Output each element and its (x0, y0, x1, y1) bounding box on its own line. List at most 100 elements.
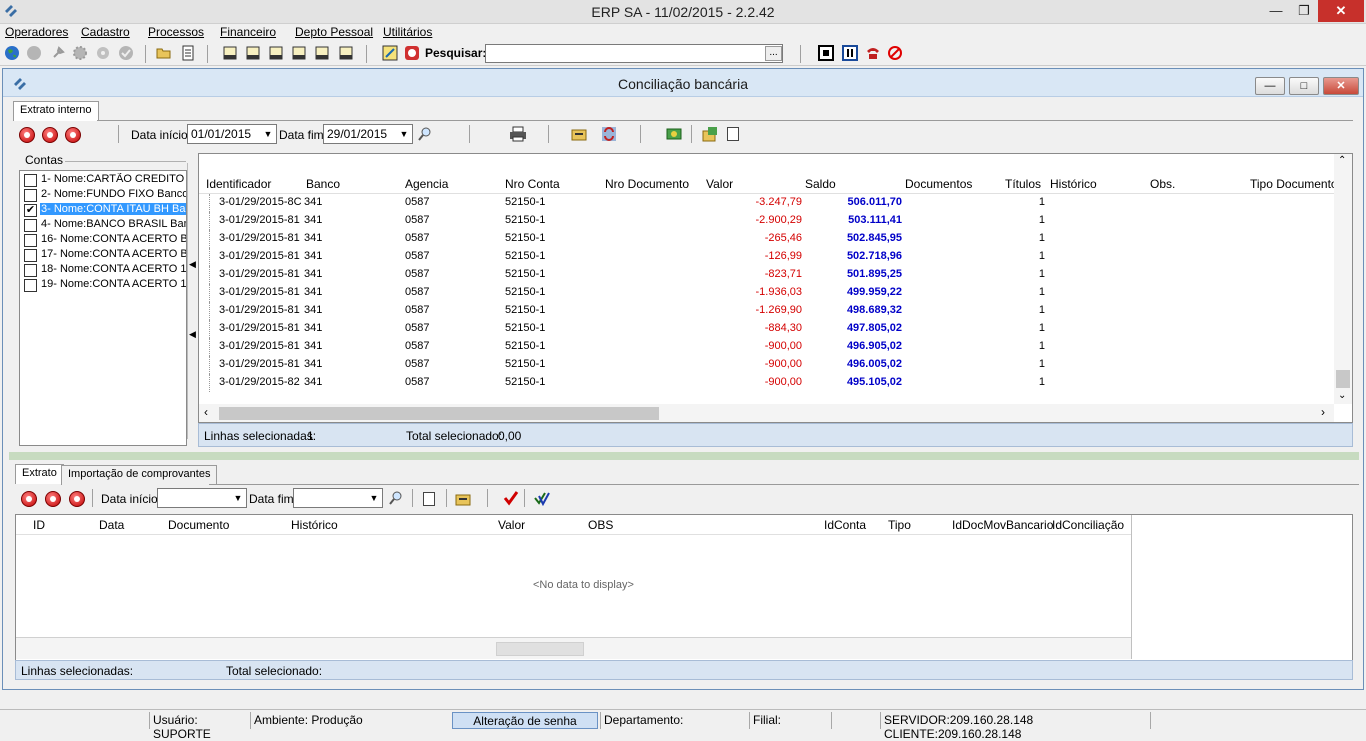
search-input[interactable] (485, 44, 783, 63)
conta-item[interactable]: 4- Nome:BANCO BRASIL Banc (22, 218, 186, 233)
table-row[interactable]: 3-01/29/2015-81 341 0587 52150-1 -884,30 497.… (199, 320, 1334, 338)
column-header[interactable]: OBS (588, 518, 613, 532)
column-header[interactable]: Obs. (1150, 177, 1175, 191)
column-header[interactable]: Valor (706, 177, 733, 191)
previous-record-icon[interactable] (45, 491, 61, 507)
print-icon[interactable] (509, 126, 527, 142)
column-header[interactable]: Valor (498, 518, 525, 532)
money-icon[interactable] (666, 126, 682, 142)
contas-list[interactable]: 1- Nome:CARTÃO CREDITO E 2- Nome:FUNDO FI… (19, 170, 187, 446)
menu-depto-pessoal[interactable]: Depto Pessoal (295, 25, 373, 39)
column-header[interactable]: Nro Documento (605, 177, 689, 191)
scroll-left-icon[interactable]: ‹ (204, 405, 208, 419)
table-row[interactable]: 3-01/29/2015-81 341 0587 52150-1 -900,00 496.… (199, 338, 1334, 356)
table-row[interactable]: 3-01/29/2015-81 341 0587 52150-1 -126,99 502.… (199, 248, 1334, 266)
folder-export-icon[interactable] (455, 492, 471, 506)
column-header[interactable]: IdConciliação (1052, 518, 1124, 532)
no-entry-icon[interactable] (887, 45, 903, 61)
chevron-left-icon[interactable]: ◀ (189, 259, 196, 270)
column-header[interactable]: Agencia (405, 177, 448, 191)
conta-item[interactable]: 18- Nome:CONTA ACERTO 12 (22, 263, 186, 278)
report-2-icon[interactable] (245, 45, 261, 61)
first-record-icon[interactable] (21, 491, 37, 507)
horizontal-splitter[interactable] (9, 452, 1359, 460)
vertical-scrollbar[interactable]: ⌃ ⌄ (1334, 154, 1352, 404)
close-icon[interactable]: ✕ (1318, 0, 1364, 22)
scroll-up-icon[interactable]: ⌃ (1338, 155, 1346, 166)
search-ellipsis-button[interactable]: ... (765, 46, 782, 61)
table-row[interactable]: 3-01/29/2015-81 341 0587 52150-1 -823,71 501.… (199, 266, 1334, 284)
column-header[interactable]: Histórico (1050, 177, 1097, 191)
conta-checkbox[interactable] (24, 249, 37, 262)
report-6-icon[interactable] (338, 45, 354, 61)
minimize-icon[interactable]: — (1262, 0, 1290, 22)
window-close-button[interactable]: ✕ (1323, 77, 1359, 95)
phone-icon[interactable] (865, 45, 881, 61)
folder-export-icon[interactable] (571, 127, 587, 141)
date-start-field[interactable]: 01/01/2015 ▼ (187, 124, 277, 144)
table-row[interactable]: 3-01/29/2015-8C 341 0587 52150-1 -3.247,79 50… (199, 194, 1334, 212)
column-header[interactable]: Tipo (888, 518, 911, 532)
column-header[interactable]: Identificador (206, 177, 271, 191)
column-header[interactable]: Nro Conta (505, 177, 560, 191)
globe-icon[interactable] (4, 45, 20, 61)
scroll-right-icon[interactable]: › (1321, 405, 1325, 419)
conta-checkbox[interactable] (24, 189, 37, 202)
bottom-date-start-field[interactable]: ▼ (157, 488, 247, 508)
next-record-icon[interactable] (69, 491, 85, 507)
table-row[interactable]: 3-01/29/2015-81 341 0587 52150-1 -900,00 496.… (199, 356, 1334, 374)
open-folder-icon[interactable] (156, 45, 172, 61)
menu-operadores[interactable]: Operadores (5, 25, 68, 39)
report-3-icon[interactable] (268, 45, 284, 61)
scroll-thumb[interactable] (1336, 370, 1350, 388)
first-record-icon[interactable] (19, 127, 35, 143)
date-end-field[interactable]: 29/01/2015 ▼ (323, 124, 413, 144)
menu-processos[interactable]: Processos (148, 25, 204, 39)
change-password-button[interactable]: Alteração de senha (452, 712, 598, 729)
tab-extrato-interno[interactable]: Extrato interno (13, 101, 99, 121)
menu-financeiro[interactable]: Financeiro (220, 25, 276, 39)
stop-icon[interactable] (404, 45, 420, 61)
check-red-icon[interactable] (503, 490, 519, 506)
column-header[interactable]: Documentos (905, 177, 972, 191)
menu-cadastro[interactable]: Cadastro (81, 25, 130, 39)
doc-icon[interactable] (727, 127, 739, 141)
conta-checkbox[interactable] (24, 219, 37, 232)
restore-icon[interactable]: ❐ (1290, 0, 1318, 22)
column-header[interactable]: IdConta (824, 518, 866, 532)
conta-item[interactable]: ✔ 3- Nome:CONTA ITAU BH Bar (22, 203, 186, 218)
h-scroll-thumb[interactable] (496, 642, 584, 656)
refresh-icon[interactable] (601, 126, 617, 142)
window-minimize-button[interactable]: — (1255, 77, 1285, 95)
bottom-date-end-field[interactable]: ▼ (293, 488, 383, 508)
table-row[interactable]: 3-01/29/2015-81 341 0587 52150-1 -265,46 502.… (199, 230, 1334, 248)
chevron-down-icon[interactable]: ▼ (397, 126, 411, 142)
box-icon[interactable] (702, 126, 718, 142)
column-header[interactable]: ID (33, 518, 45, 532)
conta-item[interactable]: 19- Nome:CONTA ACERTO 12 (22, 278, 186, 293)
document-icon[interactable] (180, 45, 196, 61)
tab-importacao[interactable]: Importação de comprovantes (61, 465, 218, 485)
conta-checkbox[interactable] (24, 234, 37, 247)
scroll-down-icon[interactable]: ⌄ (1338, 390, 1346, 401)
conta-item[interactable]: 17- Nome:CONTA ACERTO B (22, 248, 186, 263)
doc-icon[interactable] (423, 492, 435, 506)
table-row[interactable]: 3-01/29/2015-82 341 0587 52150-1 -900,00 495.… (199, 374, 1334, 392)
window-square-icon[interactable] (818, 45, 834, 61)
splitter-handle[interactable]: ◀ ◀ (187, 163, 197, 439)
chevron-down-icon[interactable]: ▼ (231, 490, 245, 506)
conta-checkbox[interactable] (24, 264, 37, 277)
horizontal-scrollbar[interactable]: ‹ › (199, 404, 1334, 422)
column-header[interactable]: Data (99, 518, 124, 532)
conta-checkbox[interactable] (24, 174, 37, 187)
search-magnifier-icon[interactable] (417, 126, 433, 142)
report-1-icon[interactable] (222, 45, 238, 61)
tab-extrato[interactable]: Extrato (15, 464, 64, 484)
conta-item[interactable]: 1- Nome:CARTÃO CREDITO E (22, 173, 186, 188)
conta-checkbox[interactable] (24, 279, 37, 292)
column-header[interactable]: Histórico (291, 518, 338, 532)
column-header[interactable]: Banco (306, 177, 340, 191)
table-row[interactable]: 3-01/29/2015-81 341 0587 52150-1 -2.900,29 50… (199, 212, 1334, 230)
chevron-left-icon[interactable]: ◀ (189, 329, 196, 340)
window-split-icon[interactable] (842, 45, 858, 61)
